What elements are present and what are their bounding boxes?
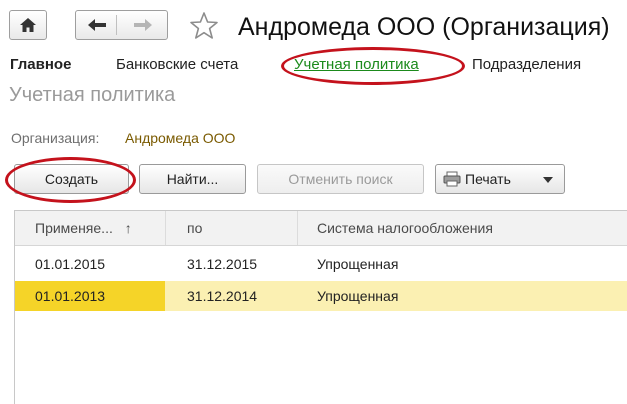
home-button[interactable] [9, 10, 47, 40]
organization-value[interactable]: Андромеда ООО [125, 130, 235, 146]
home-icon [20, 18, 36, 32]
find-button[interactable]: Найти... [139, 164, 246, 194]
table-row[interactable]: 01.01.2015 31.12.2015 Упрощенная [15, 249, 627, 279]
cell-tax-system: Упрощенная [317, 256, 399, 272]
history-navigation [75, 10, 168, 40]
organization-label: Организация: [11, 130, 100, 146]
cell-to: 31.12.2014 [187, 288, 258, 304]
cell-applied-from-current: 01.01.2013 [15, 281, 165, 311]
tab-bank-accounts[interactable]: Банковские счета [116, 56, 238, 74]
back-arrow-icon [88, 19, 106, 31]
cell-applied-from-text: 01.01.2013 [35, 288, 106, 304]
cancel-search-button[interactable]: Отменить поиск [257, 164, 424, 194]
print-button[interactable]: Печать [435, 164, 565, 194]
section-title: Учетная политика [9, 84, 176, 106]
print-button-label: Печать [465, 171, 511, 187]
create-button[interactable]: Создать [14, 164, 129, 194]
forward-arrow-icon [134, 19, 152, 31]
tab-main[interactable]: Главное [10, 56, 71, 74]
window-title: Андромеда ООО (Организация) [238, 13, 610, 41]
column-header-tax-system[interactable]: Система налогообложения [317, 211, 493, 245]
cell-applied-from: 01.01.2015 [35, 256, 106, 272]
table-header: Применяе... ↑ по Система налогообложения [15, 211, 627, 246]
sort-ascending-icon: ↑ [124, 220, 132, 236]
forward-button[interactable] [117, 11, 167, 39]
favorite-star-icon[interactable] [189, 11, 219, 41]
tab-accounting-policy[interactable]: Учетная политика [294, 56, 419, 74]
cell-tax-system: Упрощенная [317, 288, 399, 304]
tab-departments[interactable]: Подразделения [472, 56, 581, 74]
column-header-applied-from[interactable]: Применяе... ↑ [35, 211, 163, 245]
dropdown-arrow-icon [543, 177, 553, 183]
back-button[interactable] [76, 11, 116, 39]
column-divider [165, 211, 166, 245]
column-header-to[interactable]: по [187, 211, 202, 245]
cell-to: 31.12.2015 [187, 256, 258, 272]
printer-icon [443, 171, 461, 187]
table-row-selected[interactable]: 01.01.2013 31.12.2014 Упрощенная [15, 281, 627, 311]
accounting-policy-table[interactable]: Применяе... ↑ по Система налогообложения… [14, 210, 627, 404]
column-divider [297, 211, 298, 245]
column-header-label: Применяе... [35, 220, 113, 236]
